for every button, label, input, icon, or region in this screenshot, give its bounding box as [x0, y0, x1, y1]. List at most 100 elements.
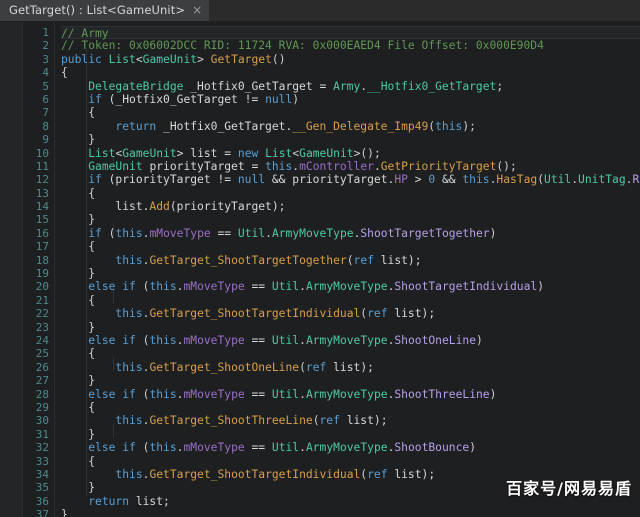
code-line: if (_Hotfix0_GetTarget != null): [61, 93, 640, 106]
code-token-punc: {: [61, 106, 96, 120]
code-line: DelegateBridge _Hotfix0_GetTarget = Army…: [61, 80, 640, 93]
code-token-punc: ): [537, 280, 545, 294]
code-token-punc: {: [61, 454, 96, 468]
code-line: }: [61, 428, 640, 441]
code-line: {: [61, 347, 640, 360]
line-number: 27: [35, 374, 49, 388]
code-token-plain: list.: [61, 200, 150, 214]
code-token-punc: .: [265, 226, 272, 240]
code-token-kw: this: [149, 333, 177, 347]
line-number: 20: [35, 280, 49, 294]
line-number: 10: [35, 146, 49, 160]
code-token-kw: this: [149, 441, 177, 455]
code-line: List<GameUnit> list = new List<GameUnit>…: [61, 147, 640, 160]
code-token-fn: __Gen_Delegate_Imp49: [292, 119, 429, 133]
code-line: {: [61, 294, 640, 307]
code-token-plain: _Hotfix0_GetTarget =: [183, 79, 334, 93]
code-line: this.GetTarget_ShootTargetTogether(ref l…: [61, 254, 640, 267]
line-number: 1: [42, 26, 49, 39]
code-line: }: [61, 321, 640, 334]
code-token-punc: (: [101, 226, 116, 240]
code-line: }: [61, 481, 640, 494]
line-number: 19: [35, 267, 49, 281]
code-token-type: ArmyMoveType: [305, 441, 388, 455]
code-token-type: ArmyMoveType: [271, 226, 354, 240]
code-token-plain: ==: [244, 280, 272, 294]
tab-get-target[interactable]: GetTarget() : List<GameUnit> ×: [0, 0, 210, 21]
code-token-type: Util: [237, 226, 266, 240]
code-token-type: ArmyMoveType: [305, 333, 388, 347]
code-token-type: GameUnit: [122, 146, 177, 160]
line-number: 31: [35, 427, 49, 441]
line-number: 7: [42, 106, 49, 120]
code-token-cmt: // Army: [61, 27, 109, 40]
editor-area: 1 2 3 4 5 6 7 8 9 10 11 12 13 14 15 16 17 18 19 20 21 22 23 24 2…: [0, 22, 640, 517]
code-token-punc: .: [299, 441, 306, 455]
code-content[interactable]: // Army// Token: 0x06002DCC RID: 11724 R…: [55, 22, 640, 517]
code-line: {: [61, 455, 640, 468]
code-token-type: Util: [271, 441, 300, 455]
code-line: else if (this.mMoveType == Util.ArmyMove…: [61, 280, 640, 293]
line-number: 26: [35, 360, 49, 374]
code-token-kw: this: [435, 119, 463, 133]
code-token-plain: list);: [339, 414, 388, 428]
line-number: 12: [35, 173, 49, 187]
code-token-punc: {: [61, 240, 96, 254]
code-token-kw: this: [115, 360, 143, 374]
code-token-kw: else if: [88, 280, 136, 294]
code-token-punc: (: [135, 280, 150, 294]
code-line: }: [61, 508, 640, 517]
code-token-type: Army: [333, 79, 361, 93]
tab-bar-empty-area: [209, 0, 640, 21]
code-line: this.GetTarget_ShootThreeLine(ref list);: [61, 414, 640, 427]
line-number: 16: [35, 226, 49, 240]
code-token-kw: this: [149, 280, 177, 294]
code-token-punc: ): [489, 387, 497, 401]
code-token-punc: (: [312, 414, 320, 428]
code-token-plain: ==: [244, 441, 272, 455]
code-token-punc: }: [61, 427, 96, 441]
code-token-type: Util: [544, 173, 572, 187]
code-token-type: ArmyMoveType: [305, 280, 388, 294]
close-icon[interactable]: ×: [192, 4, 202, 17]
code-token-plain: ==: [244, 387, 272, 401]
code-token-punc: }: [61, 320, 96, 334]
code-token-punc: }: [61, 267, 96, 281]
line-number: 24: [35, 333, 49, 347]
code-token-punc: .: [299, 387, 306, 401]
code-token-type: List: [108, 52, 136, 66]
code-token-kw: this: [115, 414, 143, 428]
code-token-kw: ref: [367, 467, 388, 481]
code-token-punc: (: [135, 441, 150, 455]
code-token-field: mController: [299, 159, 374, 173]
code-token-punc: {: [61, 66, 68, 80]
line-number: 34: [35, 467, 49, 481]
code-token-plain: list);: [326, 360, 374, 374]
code-viewer-window: GetTarget() : List<GameUnit> × 123456789…: [0, 0, 640, 517]
code-line: }: [61, 374, 640, 387]
code-token-punc: .: [299, 333, 306, 347]
code-token-plain: list);: [387, 467, 436, 481]
code-token-kw: new: [237, 146, 259, 160]
line-number: 25: [35, 347, 49, 361]
code-token-kw: return: [115, 119, 157, 133]
code-token-kw: this: [149, 387, 177, 401]
line-number: 8: [42, 119, 49, 133]
line-number: 13: [35, 186, 49, 200]
code-token-plain: ==: [244, 333, 272, 347]
code-token-punc: (: [135, 333, 150, 347]
code-token-plain: list);: [373, 253, 422, 267]
code-token-kw: null: [237, 173, 266, 187]
code-token-kw: else if: [88, 441, 136, 455]
code-token-enum: ShootTargetIndividual: [394, 280, 538, 294]
code-token-kw: public: [61, 52, 109, 66]
